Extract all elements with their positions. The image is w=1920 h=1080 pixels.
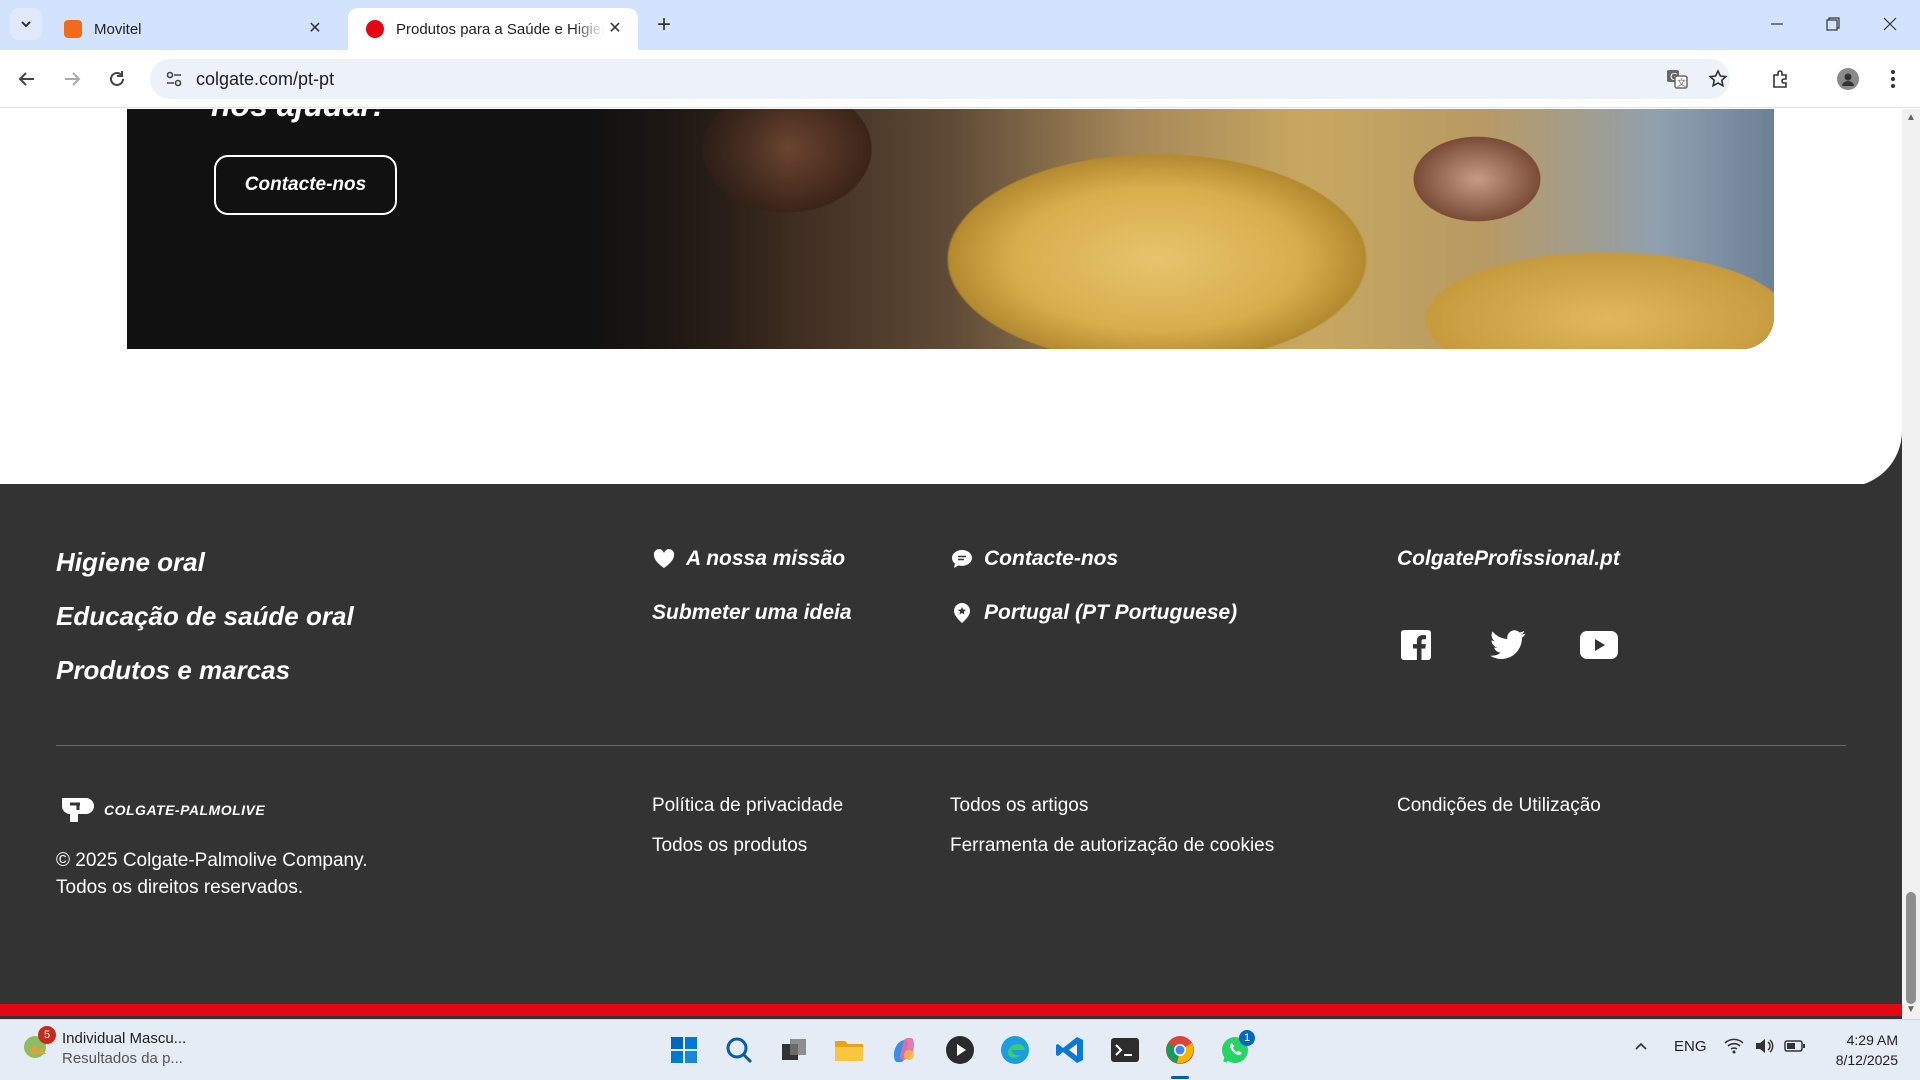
start-menu-icon[interactable] (666, 1032, 702, 1068)
tab-strip: Movitel ✕ Produtos para a Saúde e Higien… (0, 0, 1920, 50)
footer-link-oral-hygiene[interactable]: Higiene oral (56, 547, 205, 578)
youtube-icon[interactable] (1579, 628, 1619, 662)
restore-icon[interactable] (1821, 12, 1845, 36)
mission-label: A nossa missão (686, 547, 846, 570)
volume-icon[interactable] (1754, 1038, 1774, 1058)
scroll-down-icon[interactable]: ▼ (1905, 1005, 1917, 1015)
notification-title: Individual Mascu... (62, 1030, 187, 1047)
tab-title: Movitel (94, 20, 142, 38)
address-bar[interactable]: colgate.com/pt-pt (150, 59, 1730, 99)
footer-link-privacy[interactable]: Política de privacidade (652, 795, 843, 817)
profile-avatar[interactable] (1834, 65, 1862, 93)
cp-logo-icon (62, 798, 94, 822)
colgate-favicon-icon (366, 20, 384, 38)
movitel-favicon-icon (64, 20, 82, 38)
page-scrollbar[interactable]: ▲ ▼ (1902, 109, 1920, 1019)
clock-date: 8/12/2025 (1835, 1052, 1898, 1068)
close-window-icon[interactable] (1878, 12, 1902, 36)
search-icon[interactable] (721, 1032, 757, 1068)
footer-link-cookies[interactable]: Ferramenta de autorização de cookies (950, 835, 1274, 857)
extensions-icon[interactable] (1767, 65, 1795, 93)
whatsapp-icon[interactable]: 1 (1217, 1030, 1255, 1068)
whatsapp-badge: 1 (1239, 1030, 1255, 1046)
footer-link-mission[interactable]: A nossa missão (652, 547, 845, 571)
footer-region-selector[interactable]: Portugal (PT Portuguese) (950, 601, 1237, 625)
footer-link-all-products[interactable]: Todos os produtos (652, 835, 807, 857)
footer-divider (56, 745, 1846, 746)
chevron-down-icon (21, 21, 31, 28)
close-tab-icon[interactable]: ✕ (306, 19, 324, 37)
chat-bubble-icon (950, 547, 974, 571)
scroll-up-icon[interactable]: ▲ (1905, 113, 1917, 123)
taskbar-notification-widget[interactable]: 5 Individual Mascu... Resultados da p... (22, 1026, 187, 1067)
notification-app-icon: 5 (22, 1026, 56, 1060)
tab-colgate[interactable]: Produtos para a Saúde e Higiene ✕ (348, 8, 638, 50)
edge-icon[interactable] (997, 1032, 1033, 1068)
contact-label: Contacte-nos (984, 547, 1119, 570)
footer-link-professional[interactable]: ColgateProfissional.pt (1397, 547, 1620, 571)
translate-icon[interactable]: G文 (1663, 65, 1691, 93)
close-tab-icon[interactable]: ✕ (606, 19, 624, 37)
system-clock[interactable]: 4:29 AM 8/12/2025 (1836, 1030, 1898, 1070)
site-info-icon[interactable] (162, 67, 186, 91)
forward-icon[interactable] (58, 65, 86, 93)
page-viewport: nos ajudar! Contacte-nos Higiene oral Ed… (0, 109, 1902, 1019)
site-footer: Higiene oral Educação de saúde oral Prod… (0, 484, 1902, 1019)
clock-time: 4:29 AM (1846, 1032, 1898, 1048)
language-indicator[interactable]: ENG (1674, 1038, 1707, 1055)
footer-link-oral-health-education[interactable]: Educação de saúde oral (56, 601, 354, 632)
battery-icon[interactable] (1784, 1038, 1806, 1058)
bookmark-star-icon[interactable] (1704, 65, 1732, 93)
location-pin-icon (950, 601, 974, 625)
show-hidden-icons-chevron-icon[interactable] (1633, 1038, 1649, 1058)
svg-text:文: 文 (1677, 77, 1686, 89)
new-tab-button[interactable]: + (650, 11, 678, 39)
facebook-icon[interactable] (1399, 628, 1433, 662)
minimize-icon[interactable] (1765, 12, 1789, 36)
reload-icon[interactable] (103, 65, 131, 93)
media-player-icon[interactable] (942, 1032, 978, 1068)
footer-link-submit-idea[interactable]: Submeter uma ideia (652, 601, 852, 625)
copyright-text: © 2025 Colgate-Palmolive Company. Todos … (56, 850, 368, 898)
file-explorer-icon[interactable] (831, 1032, 867, 1068)
contact-hero-banner: nos ajudar! Contacte-nos (127, 109, 1774, 349)
footer-link-terms[interactable]: Condições de Utilização (1397, 795, 1601, 817)
notification-subtitle: Resultados da p... (62, 1050, 183, 1067)
browser-toolbar: colgate.com/pt-pt G文 (0, 50, 1920, 108)
windows-taskbar: 5 Individual Mascu... Resultados da p...… (0, 1019, 1920, 1080)
footer-link-contact[interactable]: Contacte-nos (950, 547, 1118, 571)
notification-badge: 5 (38, 1026, 56, 1044)
footer-link-all-articles[interactable]: Todos os artigos (950, 795, 1088, 817)
vscode-icon[interactable] (1052, 1032, 1088, 1068)
copilot-icon[interactable] (886, 1032, 922, 1068)
hero-heading: nos ajudar! (211, 109, 383, 124)
terminal-icon[interactable] (1107, 1032, 1143, 1068)
task-view-icon[interactable] (776, 1032, 812, 1068)
chrome-icon[interactable] (1162, 1032, 1198, 1068)
tab-movitel[interactable]: Movitel ✕ (46, 8, 338, 50)
menu-kebab-icon[interactable] (1879, 65, 1907, 93)
scrollbar-thumb[interactable] (1906, 892, 1916, 1004)
twitter-icon[interactable] (1488, 628, 1528, 662)
wifi-icon[interactable] (1724, 1038, 1744, 1058)
footer-accent-bar (0, 1004, 1902, 1016)
tab-search-button[interactable] (10, 8, 42, 40)
hero-contact-button[interactable]: Contacte-nos (214, 155, 397, 215)
back-icon[interactable] (13, 65, 41, 93)
region-label: Portugal (PT Portuguese) (984, 601, 1238, 624)
footer-link-products-brands[interactable]: Produtos e marcas (56, 655, 290, 686)
heart-icon (652, 547, 676, 571)
url-text: colgate.com/pt-pt (196, 69, 335, 89)
tab-title: Produtos para a Saúde e Higiene (396, 20, 604, 38)
colgate-palmolive-logo: COLGATE-PALMOLIVE (56, 796, 265, 824)
